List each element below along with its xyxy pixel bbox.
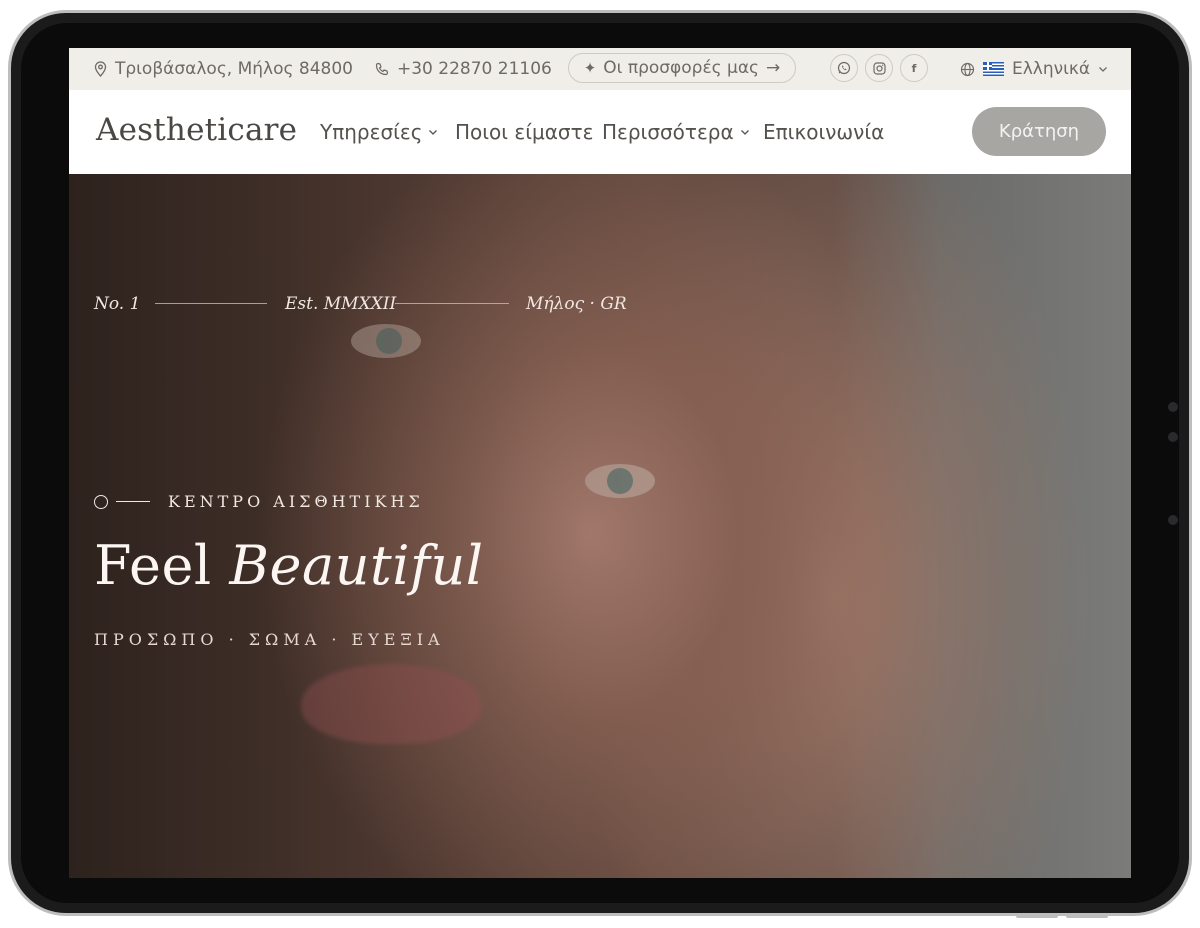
nav-item-label: Υπηρεσίες <box>320 120 423 144</box>
camera-dot <box>1168 402 1178 412</box>
address-link[interactable]: Τριοβάσαλος, Μήλος 84800 <box>94 48 353 90</box>
language-label: Ελληνικά <box>1012 59 1091 79</box>
hero-headline-plain: Feel <box>94 534 212 597</box>
phone-icon <box>375 62 389 76</box>
instagram-icon <box>872 61 886 75</box>
hero-headline: Feel Beautiful <box>94 534 484 597</box>
screen: Τριοβάσαλος, Μήλος 84800 +30 22870 21106… <box>69 48 1131 878</box>
chevron-down-icon <box>1099 66 1108 72</box>
nav-item-label: Ποιοι είμαστε <box>455 120 594 144</box>
facebook-icon: f <box>911 61 917 75</box>
hero-subline: ΠΡΟΣΩΠΟ · ΣΩΜΑ · ΕΥΕΞΙΑ <box>94 630 445 649</box>
whatsapp-icon <box>837 61 851 75</box>
chevron-down-icon <box>740 129 749 135</box>
nav-item-more[interactable]: Περισσότερα <box>602 120 750 144</box>
camera-dot <box>1168 515 1178 525</box>
eyebrow-dash <box>116 501 150 502</box>
whatsapp-button[interactable] <box>830 54 858 82</box>
nav-item-label: Επικοινωνία <box>763 120 885 144</box>
main-navbar: Aestheticare Υπηρεσίες Ποιοι είμαστε Περ… <box>69 90 1131 174</box>
offers-button[interactable]: ✦ Οι προσφορές μας → <box>568 53 796 83</box>
nav-item-services[interactable]: Υπηρεσίες <box>320 120 438 144</box>
volume-button <box>1016 914 1058 918</box>
volume-button <box>1066 914 1108 918</box>
hero-meta-divider <box>395 303 509 304</box>
camera-dot <box>1168 432 1178 442</box>
top-info-bar: Τριοβάσαλος, Μήλος 84800 +30 22870 21106… <box>69 48 1131 90</box>
hero-meta-divider <box>155 303 267 304</box>
globe-icon <box>960 62 975 76</box>
language-selector[interactable]: Ελληνικά <box>960 48 1108 90</box>
facebook-button[interactable]: f <box>900 54 928 82</box>
site-logo[interactable]: Aestheticare <box>96 112 297 148</box>
nav-item-label: Περισσότερα <box>602 120 734 144</box>
offers-label: Οι προσφορές μας <box>603 58 760 78</box>
hero-meta-established: Est. MMXXII <box>285 294 397 314</box>
arrow-right-icon: → <box>766 58 781 78</box>
phone-text: +30 22870 21106 <box>397 59 552 79</box>
hero-meta-location: Μήλος · GR <box>526 294 627 314</box>
booking-button[interactable]: Κράτηση <box>972 107 1106 156</box>
location-pin-icon <box>94 61 107 77</box>
greek-flag-icon <box>983 62 1004 76</box>
phone-link[interactable]: +30 22870 21106 <box>375 48 552 90</box>
hero-eyebrow: ΚΕΝΤΡΟ ΑΙΣΘΗΤΙΚΗΣ <box>94 492 424 511</box>
circle-icon <box>94 494 108 509</box>
chevron-down-icon <box>429 129 438 135</box>
address-text: Τριοβάσαλος, Μήλος 84800 <box>115 59 353 79</box>
sparkle-icon: ✦ <box>583 59 597 77</box>
hero-overlay <box>69 174 1131 878</box>
hero-meta-rank: No. 1 <box>94 294 141 314</box>
instagram-button[interactable] <box>865 54 893 82</box>
hero-section: No. 1 Est. MMXXII Μήλος · GR ΚΕΝΤΡΟ ΑΙΣΘ… <box>69 174 1131 878</box>
nav-item-about[interactable]: Ποιοι είμαστε <box>455 120 593 144</box>
hero-headline-italic: Beautiful <box>229 534 484 597</box>
hero-eyebrow-text: ΚΕΝΤΡΟ ΑΙΣΘΗΤΙΚΗΣ <box>168 492 424 511</box>
nav-item-contact[interactable]: Επικοινωνία <box>763 120 884 144</box>
